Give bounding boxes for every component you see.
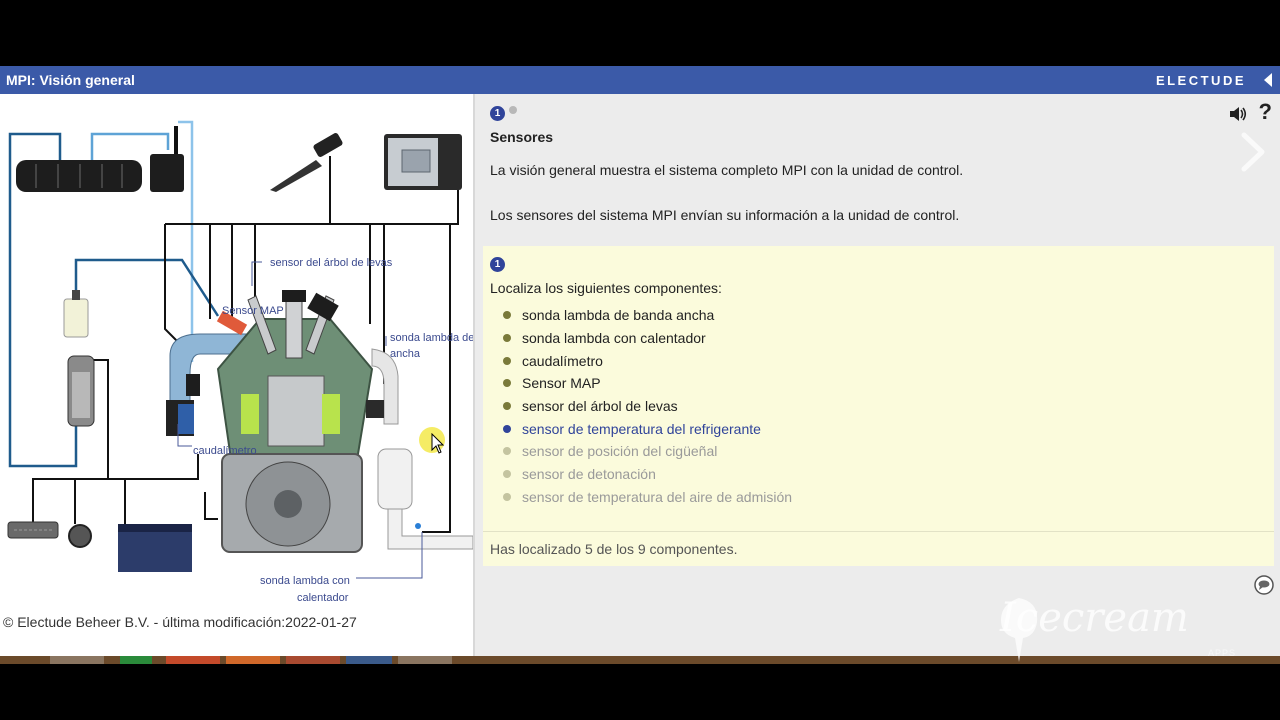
taskbar-item[interactable] [398,656,452,664]
page-badge-active[interactable]: 1 [490,106,505,121]
bullet-icon [503,379,511,388]
diagnostic-connector [7,521,59,539]
diagram-panel: sensor del árbol de levas Sensor MAP son… [0,94,474,656]
title-bar: MPI: Visión general ELECTUDE [0,66,1280,94]
progress-status-text: Has localizado 5 de los 9 componentes. [490,541,738,557]
bullet-icon [503,334,511,343]
checklist-item: Sensor MAP [503,372,792,395]
mpi-system-diagram: sensor del árbol de levas Sensor MAP son… [7,120,474,604]
next-page-arrow-icon[interactable] [1240,132,1266,172]
label-wideband-lambda-line2: ancha [390,348,421,360]
intro-paragraph-1: La visión general muestra el sistema com… [490,162,964,178]
label-camshaft-sensor: sensor del árbol de levas [270,257,393,269]
taskbar-item[interactable] [50,656,104,664]
fuel-line-feed [74,258,220,317]
accelerator-pedal [270,133,343,192]
label-heated-lambda-line2: calentador [297,592,349,604]
mouse-cursor-icon [431,433,445,454]
battery [118,524,192,572]
checklist-item: sensor de detonación [503,463,792,486]
bullet-icon [503,492,511,501]
bullet-icon [503,356,511,365]
task-number-badge: 1 [490,257,505,272]
fuel-pump [67,355,95,427]
ignition-switch [68,524,92,548]
taskbar-item[interactable] [120,656,152,664]
bullet-icon [503,402,511,411]
os-taskbar [0,656,1280,664]
label-heated-lambda-line1: sonda lambda con [260,575,350,587]
bullet-icon [503,447,511,456]
label-mass-air-flow-sensor: caudalímetro [193,445,257,457]
comment-icon[interactable] [1254,575,1274,595]
lesson-panel: 1 ? Sensores La visión general muestra e… [475,94,1280,656]
air-filter [166,400,194,436]
engine-control-unit [384,134,462,190]
watermark-subtext: APPS [1208,648,1237,658]
checklist-item: caudalímetro [503,349,792,372]
checklist-item: sensor de temperatura del refrigerante [503,417,792,440]
copyright-notice: © Electude Beheer B.V. - última modifica… [3,614,357,630]
exhaust-system [366,348,474,550]
taskbar-item[interactable] [226,656,280,664]
help-icon[interactable]: ? [1259,99,1272,125]
checklist-item: sonda lambda con calentador [503,327,792,350]
taskbar-item[interactable] [286,656,340,664]
fuel-filter [63,290,89,338]
window-title: MPI: Visión general [6,72,135,88]
taskbar-item[interactable] [166,656,220,664]
checklist-item: sensor de posición del cigüeñal [503,440,792,463]
page-indicator: 1 [490,103,517,121]
speaker-icon[interactable] [1228,104,1248,124]
checklist-item: sensor del árbol de levas [503,395,792,418]
bullet-icon [503,311,511,320]
label-wideband-lambda-line1: sonda lambda de [390,332,473,344]
page-dot-inactive[interactable] [509,106,517,114]
fuel-tank [16,160,142,192]
intro-paragraph-2: Los sensores del sistema MPI envían su i… [490,207,960,223]
taskbar-item[interactable] [346,656,392,664]
progress-status: Has localizado 5 de los 9 componentes. [483,531,1274,566]
brand-logo: ELECTUDE [1155,73,1246,88]
checklist-item: sensor de temperatura del aire de admisi… [503,486,792,509]
watermark-logo: Icecream [1000,595,1189,641]
label-map-sensor: Sensor MAP [222,305,284,317]
task-box: 1 Localiza los siguientes componentes: s… [483,246,1274,531]
task-instruction: Localiza los siguientes componentes: [490,280,722,296]
bullet-icon [503,470,511,479]
bullet-icon [503,424,511,433]
component-checklist: sonda lambda de banda ancha sonda lambda… [503,304,792,508]
section-heading: Sensores [490,129,554,145]
application-window: MPI: Visión general ELECTUDE sensor del … [0,66,1280,656]
checklist-item: sonda lambda de banda ancha [503,304,792,327]
collapse-panel-button[interactable] [1264,73,1272,87]
